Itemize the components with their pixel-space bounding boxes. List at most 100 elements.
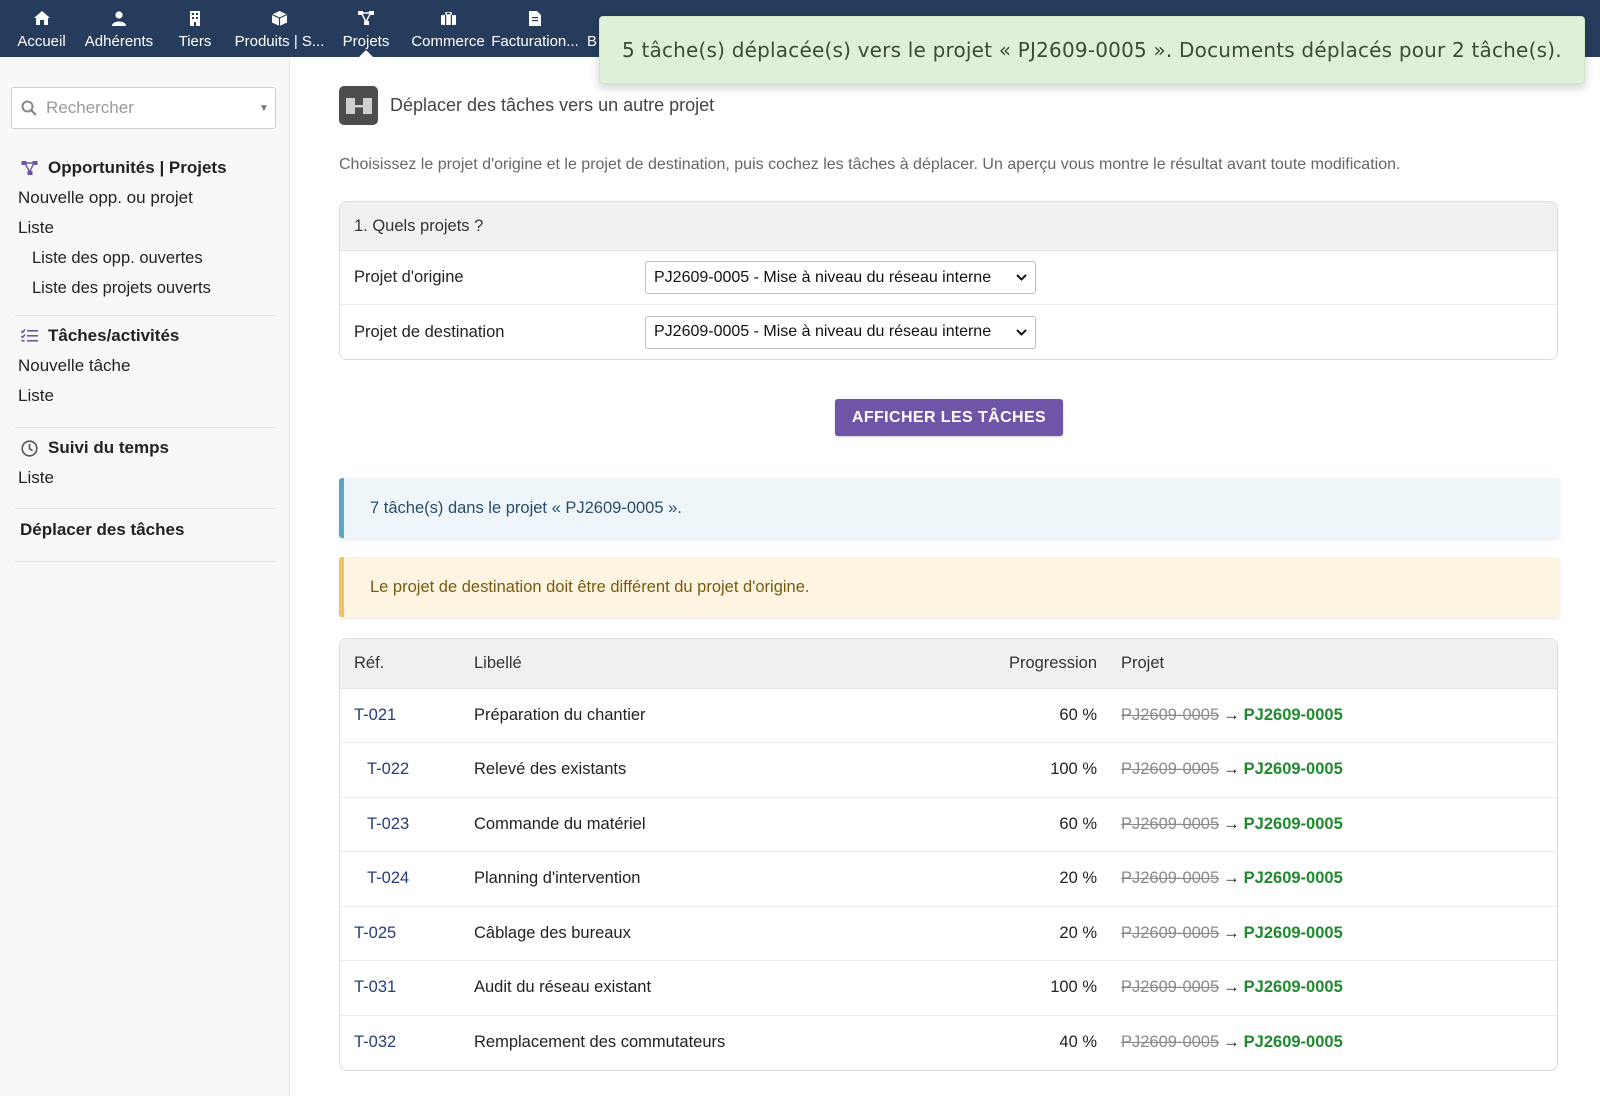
arrow-right-icon: → bbox=[1223, 814, 1240, 833]
task-label: Commande du matériel bbox=[474, 797, 894, 852]
column-header-label[interactable]: Libellé bbox=[474, 639, 894, 689]
old-project: PJ2609-0005 bbox=[1121, 1033, 1220, 1051]
task-ref-link[interactable]: T-032 bbox=[354, 1033, 396, 1051]
arrow-right-icon: → bbox=[1223, 760, 1240, 779]
task-ref-link[interactable]: T-025 bbox=[354, 924, 396, 942]
arrow-right-icon: → bbox=[1223, 1033, 1240, 1051]
menu-projets[interactable]: Projets bbox=[324, 0, 408, 57]
ref-cell: T-023 bbox=[340, 797, 474, 852]
table-row: T-023 Commande du matériel 60 % PJ2609-0005… bbox=[340, 797, 1557, 852]
project-change-cell: PJ2609-0005 → PJ2609-0005 bbox=[1121, 906, 1557, 961]
task-label: Audit du réseau existant bbox=[474, 960, 894, 1016]
arrow-right-icon: → bbox=[1223, 869, 1240, 888]
show-tasks-button[interactable]: AFFICHER LES TÂCHES bbox=[835, 399, 1063, 436]
project-change-cell: PJ2609-0005 → PJ2609-0005 bbox=[1121, 960, 1557, 1016]
destination-project-select[interactable]: PJ2609-0005 - Mise à niveau du réseau in… bbox=[645, 315, 1036, 349]
project-selection-card: 1. Quels projets ? Projet d'origine PJ26… bbox=[339, 201, 1558, 360]
table-body: T-021 Préparation du chantier 60 % PJ2609-0… bbox=[340, 688, 1557, 1070]
sidebar-item-list[interactable]: Liste bbox=[0, 213, 290, 243]
new-project: PJ2609-0005 bbox=[1243, 923, 1343, 942]
sidebar-heading-tasks[interactable]: Tâches/activités bbox=[0, 321, 290, 351]
task-ref-link[interactable]: T-022 bbox=[354, 760, 409, 778]
move-tasks-icon bbox=[339, 86, 378, 125]
column-header-ref[interactable]: Réf. bbox=[340, 639, 474, 689]
origin-project-select[interactable]: PJ2609-0005 - Mise à niveau du réseau in… bbox=[645, 261, 1036, 294]
sidebar-heading-time[interactable]: Suivi du temps bbox=[0, 433, 290, 463]
info-alert-text: 7 tâche(s) dans le projet « PJ2609-0005 … bbox=[370, 498, 682, 517]
sidebar-item-task-list[interactable]: Liste bbox=[0, 381, 290, 411]
success-toast[interactable]: 5 tâche(s) déplacée(s) vers le projet « … bbox=[599, 16, 1585, 84]
sidebar-heading-move-tasks[interactable]: Déplacer des tâches bbox=[0, 515, 290, 545]
menu-adherents-label: Adhérents bbox=[84, 33, 154, 50]
sidebar-item-new-project[interactable]: Nouvelle opp. ou projet bbox=[0, 183, 290, 213]
arrow-right-icon: → bbox=[1223, 978, 1240, 997]
task-ref-link[interactable]: T-021 bbox=[354, 706, 396, 724]
page-description: Choisissez le projet d'origine et le pro… bbox=[339, 156, 1401, 173]
menu-commerce-label: Commerce bbox=[411, 33, 485, 50]
search-box[interactable]: Rechercher ▼ bbox=[11, 87, 276, 129]
new-project: PJ2609-0005 bbox=[1243, 705, 1343, 724]
sidebar-item-time-list[interactable]: Liste bbox=[0, 463, 290, 493]
project-icon bbox=[357, 9, 375, 27]
menu-accueil[interactable]: Accueil bbox=[0, 0, 83, 57]
menu-facturation[interactable]: Facturation... bbox=[488, 0, 582, 57]
menu-adherents[interactable]: Adhérents bbox=[83, 0, 155, 57]
old-project: PJ2609-0005 bbox=[1121, 814, 1220, 833]
card-heading: 1. Quels projets ? bbox=[340, 202, 1557, 251]
column-header-project[interactable]: Projet bbox=[1121, 639, 1557, 689]
tasks-icon bbox=[19, 329, 39, 343]
arrow-right-icon: → bbox=[1223, 923, 1240, 942]
destination-label: Projet de destination bbox=[354, 322, 505, 341]
origin-row: Projet d'origine PJ2609-0005 - Mise à ni… bbox=[340, 251, 1557, 305]
destination-row: Projet de destination PJ2609-0005 - Mise… bbox=[340, 305, 1557, 359]
task-label: Câblage des bureaux bbox=[474, 906, 894, 961]
info-alert: 7 tâche(s) dans le projet « PJ2609-0005 … bbox=[339, 478, 1560, 538]
project-change-cell: PJ2609-0005 → PJ2609-0005 bbox=[1121, 742, 1557, 798]
column-header-progress[interactable]: Progression bbox=[894, 639, 1121, 689]
new-project: PJ2609-0005 bbox=[1243, 1033, 1343, 1051]
sidebar-heading-label: Tâches/activités bbox=[48, 326, 180, 345]
ref-cell: T-032 bbox=[340, 1015, 474, 1070]
search-input[interactable]: Rechercher bbox=[46, 98, 253, 118]
page-title: Déplacer des tâches vers un autre projet bbox=[390, 95, 715, 115]
task-ref-link[interactable]: T-024 bbox=[354, 869, 409, 887]
warning-alert-text: Le projet de destination doit être diffé… bbox=[370, 577, 810, 596]
arrow-right-icon: → bbox=[1223, 705, 1240, 724]
task-progress: 100 % bbox=[894, 742, 1121, 798]
chevron-down-icon[interactable]: ▼ bbox=[253, 103, 275, 114]
ref-cell: T-024 bbox=[340, 851, 474, 907]
task-progress: 60 % bbox=[894, 797, 1121, 852]
old-project: PJ2609-0005 bbox=[1121, 923, 1220, 942]
menu-accueil-label: Accueil bbox=[17, 33, 66, 50]
menu-commerce[interactable]: Commerce bbox=[408, 0, 488, 57]
origin-project-value: PJ2609-0005 - Mise à niveau du réseau in… bbox=[654, 268, 992, 286]
clock-icon bbox=[19, 439, 39, 457]
ref-cell: T-021 bbox=[340, 688, 474, 743]
task-ref-link[interactable]: T-023 bbox=[354, 815, 409, 833]
new-project: PJ2609-0005 bbox=[1243, 814, 1343, 833]
divider bbox=[15, 508, 276, 509]
table-header-row: Réf. Libellé Progression Projet bbox=[340, 639, 1557, 689]
table-row: T-031 Audit du réseau existant 100 % PJ2609… bbox=[340, 960, 1557, 1016]
building-icon bbox=[186, 9, 204, 27]
project-change-cell: PJ2609-0005 → PJ2609-0005 bbox=[1121, 851, 1557, 907]
menu-facturation-label: Facturation... bbox=[491, 33, 579, 50]
origin-label: Projet d'origine bbox=[354, 268, 464, 286]
sidebar-item-new-task[interactable]: Nouvelle tâche bbox=[0, 351, 290, 381]
table-row: T-025 Câblage des bureaux 20 % PJ2609-0005 →… bbox=[340, 906, 1557, 961]
sidebar-item-open-projects[interactable]: Liste des projets ouverts bbox=[0, 273, 290, 303]
menu-projets-label: Projets bbox=[342, 33, 390, 50]
menu-tiers[interactable]: Tiers bbox=[155, 0, 235, 57]
sidebar-heading-label: Opportunités | Projets bbox=[48, 158, 227, 177]
chevron-down-icon bbox=[1015, 274, 1027, 281]
task-ref-link[interactable]: T-031 bbox=[354, 978, 396, 996]
menu-produits-label: Produits | S... bbox=[234, 33, 325, 50]
task-label: Planning d'intervention bbox=[474, 851, 894, 907]
task-label: Remplacement des commutateurs bbox=[474, 1033, 726, 1051]
menu-produits[interactable]: Produits | S... bbox=[235, 0, 324, 57]
sidebar-heading-projets[interactable]: Opportunités | Projets bbox=[0, 153, 290, 183]
user-icon bbox=[110, 9, 128, 27]
task-progress: 20 % bbox=[894, 851, 1121, 907]
sidebar-heading-label: Suivi du temps bbox=[48, 438, 169, 457]
sidebar-item-open-opps[interactable]: Liste des opp. ouvertes bbox=[0, 243, 290, 273]
